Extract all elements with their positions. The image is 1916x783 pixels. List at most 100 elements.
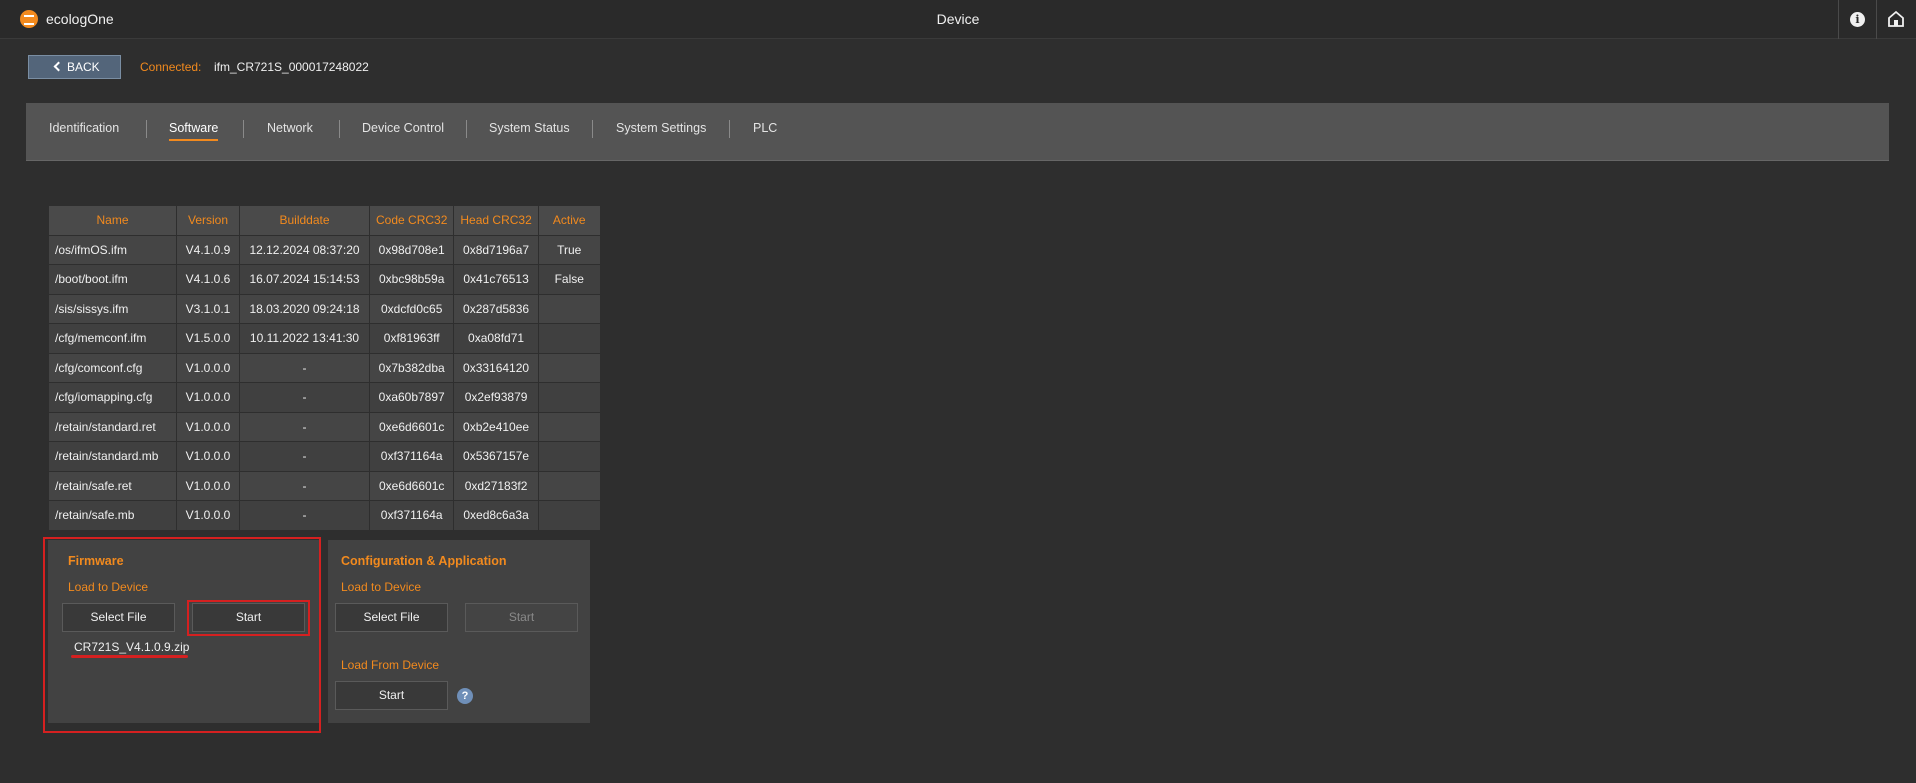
tab-separator: [243, 120, 244, 138]
table-cell: V4.1.0.9: [176, 234, 240, 265]
tab-separator: [146, 120, 147, 138]
table-cell: V1.0.0.0: [176, 500, 240, 531]
info-icon: i: [1850, 12, 1865, 27]
table-cell: 12.12.2024 08:37:20: [239, 234, 370, 265]
table-cell: 0x33164120: [453, 352, 539, 383]
col-header-name: Name: [48, 205, 177, 236]
table-cell: True: [537, 234, 601, 265]
table-cell: /cfg/memconf.ifm: [48, 323, 177, 354]
table-cell: /sis/sissys.ifm: [48, 293, 177, 324]
chevron-left-icon: [53, 61, 64, 72]
table-cell: 0x8d7196a7: [453, 234, 539, 265]
tab-separator: [592, 120, 593, 138]
table-cell: -: [239, 470, 370, 501]
table-row: /cfg/comconf.cfg V1.0.0.0-0x7b382dba 0x331…: [48, 352, 601, 383]
connected-device: ifm_CR721S_000017248022: [214, 60, 369, 74]
tab-network[interactable]: Network: [267, 121, 313, 143]
table-cell: 0x287d5836: [453, 293, 539, 324]
table-cell: /retain/standard.mb: [48, 441, 177, 472]
tab-bar: Identification Software Network Device C…: [26, 103, 1889, 161]
config-select-file-button[interactable]: Select File: [335, 603, 448, 632]
ecolog-logo-icon: [20, 10, 38, 28]
table-cell: V1.0.0.0: [176, 352, 240, 383]
tab-separator: [339, 120, 340, 138]
table-row: /os/ifmOS.ifm V4.1.0.9 12.12.2024 08:37:20…: [48, 234, 601, 265]
table-cell: [537, 323, 601, 354]
table-row: /cfg/iomapping.cfg V1.0.0.0-0xa60b7897 0x2…: [48, 382, 601, 413]
tab-software[interactable]: Software: [169, 121, 219, 143]
config-load-from-device-label: Load From Device: [341, 658, 440, 672]
table-cell: 18.03.2020 09:24:18: [239, 293, 370, 324]
table-cell: [537, 441, 601, 472]
firmware-panel-highlight: [43, 537, 321, 733]
table-cell: V1.5.0.0: [176, 323, 240, 354]
table-cell: 0x2ef93879: [453, 382, 539, 413]
table-cell: 0xd27183f2: [453, 470, 539, 501]
tab-separator: [466, 120, 467, 138]
col-header-builddate: Builddate: [239, 205, 370, 236]
table-cell: 0xf81963ff: [368, 323, 455, 354]
table-cell: 0xe6d6601c: [368, 470, 455, 501]
table-cell: 0xb2e410ee: [453, 411, 539, 442]
table-row: /retain/safe.ret V1.0.0.0-0xe6d6601c 0xd27…: [48, 470, 601, 501]
table-cell: /cfg/comconf.cfg: [48, 352, 177, 383]
table-cell: [537, 470, 601, 501]
table-row: /sis/sissys.ifm V3.1.0.1 18.03.2020 09:24:…: [48, 293, 601, 324]
tab-identification[interactable]: Identification: [49, 121, 119, 143]
table-cell: 0xdcfd0c65: [368, 293, 455, 324]
config-load-from-device-start-button[interactable]: Start: [335, 681, 448, 710]
table-cell: -: [239, 352, 370, 383]
table-cell: V3.1.0.1: [176, 293, 240, 324]
table-cell: V1.0.0.0: [176, 411, 240, 442]
config-load-to-device-label: Load to Device: [341, 580, 422, 594]
table-cell: 0xf371164a: [368, 500, 455, 531]
app-name: ecologOne: [46, 11, 114, 27]
table-cell: /cfg/iomapping.cfg: [48, 382, 177, 413]
tab-system-settings[interactable]: System Settings: [616, 121, 706, 143]
table-cell: [537, 382, 601, 413]
table-cell: 0xbc98b59a: [368, 264, 455, 295]
tab-separator: [729, 120, 730, 138]
table-header-row: Name Version Builddate Code CRC32 Head C…: [48, 205, 601, 236]
home-button[interactable]: [1876, 0, 1913, 39]
table-cell: 0xed8c6a3a: [453, 500, 539, 531]
table-cell: V4.1.0.6: [176, 264, 240, 295]
table-cell: False: [537, 264, 601, 295]
software-table: Name Version Builddate Code CRC32 Head C…: [48, 205, 601, 531]
home-icon: [1888, 10, 1904, 27]
col-header-version: Version: [176, 205, 240, 236]
tab-system-status[interactable]: System Status: [489, 121, 570, 143]
table-cell: 0x41c76513: [453, 264, 539, 295]
tab-plc[interactable]: PLC: [753, 121, 777, 143]
table-cell: /os/ifmOS.ifm: [48, 234, 177, 265]
table-cell: 10.11.2022 13:41:30: [239, 323, 370, 354]
table-row: /retain/standard.ret V1.0.0.0-0xe6d6601c 0…: [48, 411, 601, 442]
table-cell: 0x98d708e1: [368, 234, 455, 265]
table-cell: -: [239, 500, 370, 531]
table-cell: [537, 411, 601, 442]
table-cell: /retain/standard.ret: [48, 411, 177, 442]
window-title: Device: [936, 11, 980, 27]
table-cell: 0x5367157e: [453, 441, 539, 472]
table-cell: 0xa08fd71: [453, 323, 539, 354]
table-cell: V1.0.0.0: [176, 470, 240, 501]
title-bar: ecologOne Device i: [0, 0, 1916, 39]
back-label: BACK: [67, 60, 100, 74]
col-header-active: Active: [537, 205, 601, 236]
table-cell: [537, 500, 601, 531]
table-cell: -: [239, 382, 370, 413]
table-cell: -: [239, 411, 370, 442]
back-button[interactable]: BACK: [28, 55, 121, 79]
table-cell: 0xa60b7897: [368, 382, 455, 413]
config-start-button-disabled[interactable]: Start: [465, 603, 578, 632]
table-cell: 0x7b382dba: [368, 352, 455, 383]
info-button[interactable]: i: [1838, 0, 1875, 39]
table-row: /boot/boot.ifm V4.1.0.6 16.07.2024 15:14:5…: [48, 264, 601, 295]
table-cell: /retain/safe.mb: [48, 500, 177, 531]
tab-device-control[interactable]: Device Control: [362, 121, 444, 143]
table-row: /cfg/memconf.ifm V1.5.0.0 10.11.2022 13:41…: [48, 323, 601, 354]
table-cell: V1.0.0.0: [176, 441, 240, 472]
table-cell: 0xe6d6601c: [368, 411, 455, 442]
help-icon[interactable]: ?: [457, 688, 473, 704]
table-cell: [537, 352, 601, 383]
